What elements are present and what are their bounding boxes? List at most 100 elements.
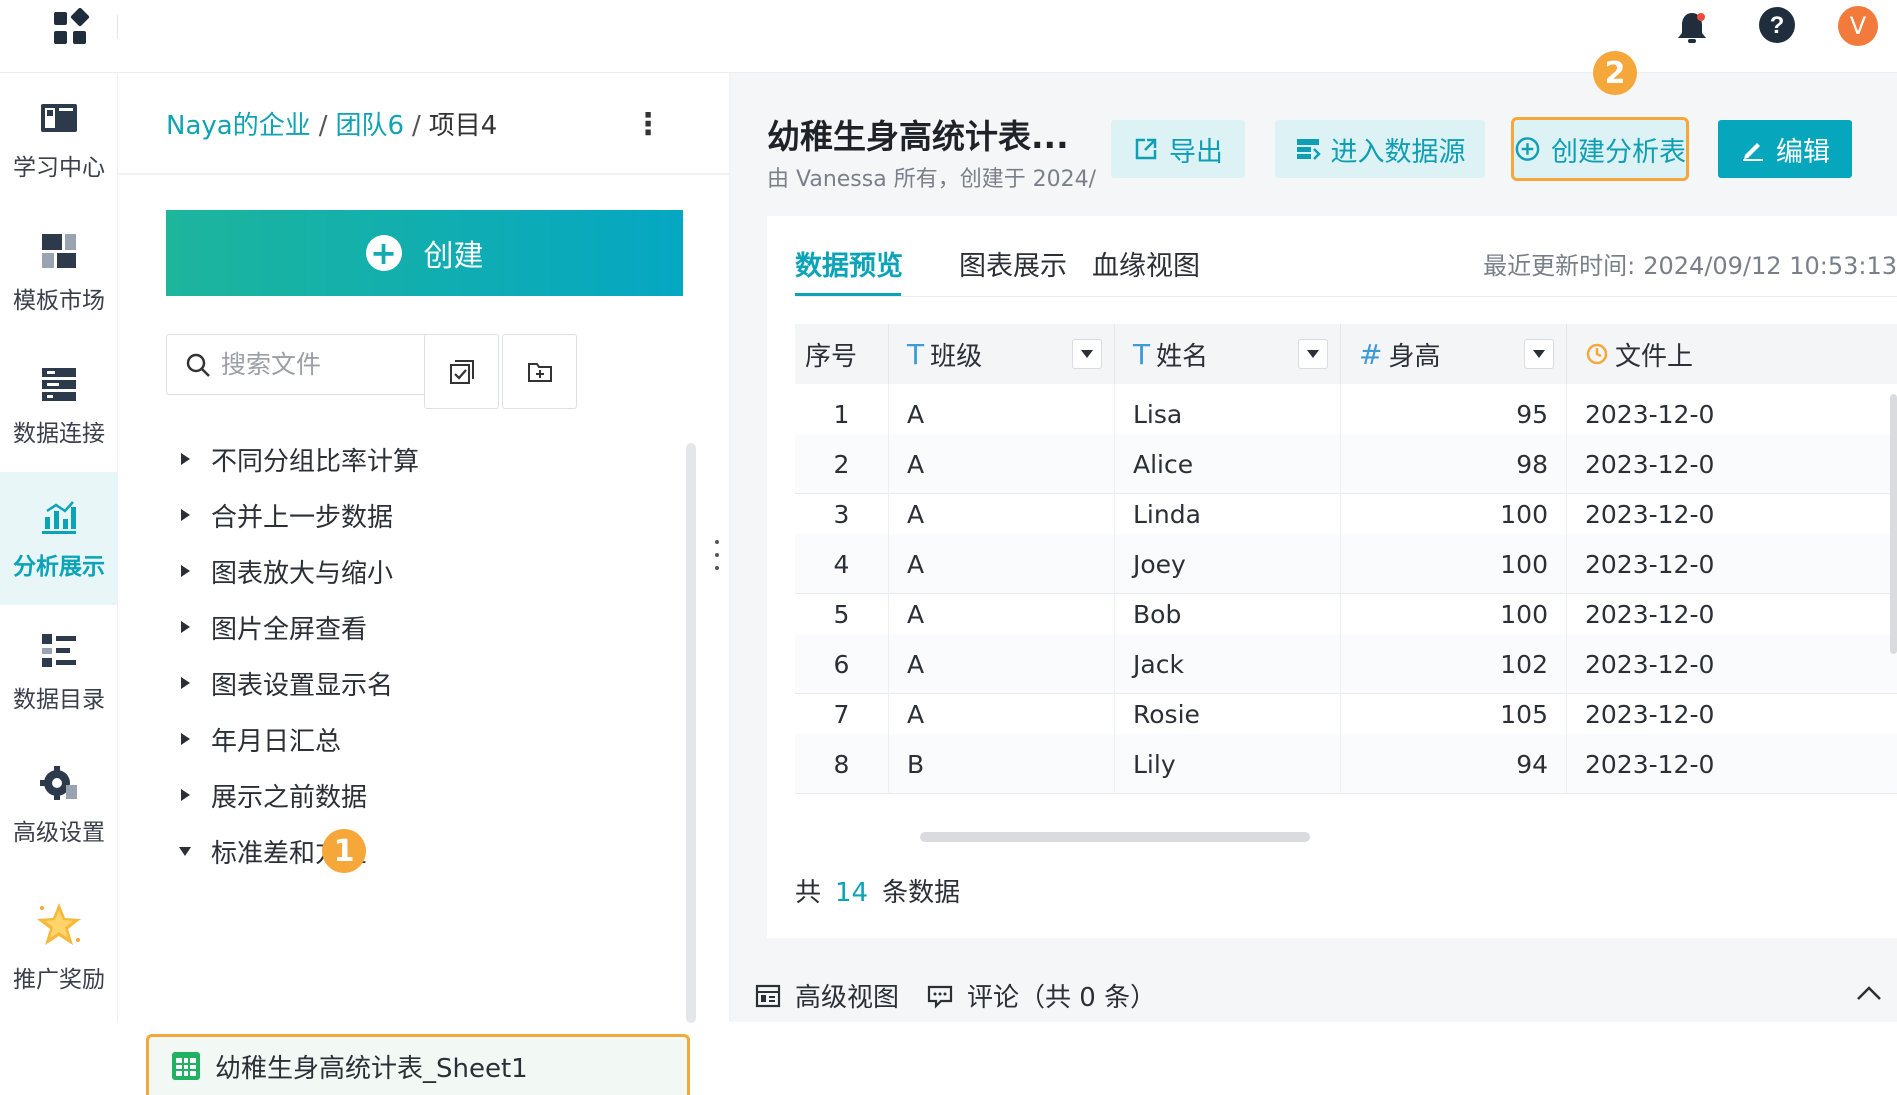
owner-info: 由 Vanessa 所有，创建于 2024/ <box>767 167 1097 192</box>
nav-item-analysis[interactable]: 分析展示 <box>0 472 118 605</box>
breadcrumb-separator: / <box>318 111 328 141</box>
create-button-label: 创建 <box>423 239 484 274</box>
cell-height: 94 <box>1341 734 1567 794</box>
nav-item-templates[interactable]: 模板市场 <box>0 206 118 339</box>
nav-item-data-connect[interactable]: 数据连接 <box>0 339 118 472</box>
tree-item[interactable]: 图片全屏查看 <box>173 607 367 647</box>
page-title: 幼稚生身高统计表... <box>767 117 1069 156</box>
comments-label: 评论（共 0 条） <box>967 983 1157 1013</box>
advanced-view-label: 高级视图 <box>795 983 900 1013</box>
datasource-button[interactable]: 进入数据源 <box>1275 120 1485 178</box>
text-type-icon: T <box>907 337 925 371</box>
cell-index: 8 <box>795 734 889 794</box>
sheet-table-icon <box>172 1052 200 1080</box>
tree-item[interactable]: 合并上一步数据 <box>173 495 393 535</box>
tree-item-label: 不同分组比率计算 <box>211 446 420 477</box>
column-menu-dropdown[interactable] <box>1298 339 1328 369</box>
column-header-upload-time[interactable]: 文件上 <box>1567 324 1897 384</box>
data-table: 序号 T 班级 T 姓名 # 身高 文件上 1 A Lisa 95 2023-1… <box>795 324 1897 844</box>
horizontal-scrollbar[interactable] <box>920 832 1310 842</box>
caret-right-icon <box>173 727 197 751</box>
tree-item[interactable]: 不同分组比率计算 <box>173 439 419 479</box>
breadcrumb: Naya的企业 / 团队6/项目4 <box>166 105 497 142</box>
breadcrumb-company[interactable]: Naya的企业 <box>166 111 311 141</box>
nav-item-learning[interactable]: 学习中心 <box>0 73 118 206</box>
new-folder-button[interactable] <box>502 334 577 409</box>
column-header-name[interactable]: T 姓名 <box>1115 324 1341 384</box>
nav-label: 推广奖励 <box>13 966 105 993</box>
comments-button[interactable]: 评论（共 0 条） <box>927 977 1156 1014</box>
drag-handle-icon[interactable] <box>712 540 722 570</box>
nav-label: 数据连接 <box>13 420 105 447</box>
datasource-icon <box>1296 139 1321 160</box>
caret-down-icon <box>173 839 197 863</box>
tree-item[interactable]: 图表设置显示名 <box>173 663 393 703</box>
edit-button[interactable]: 编辑 <box>1718 120 1852 178</box>
settings-gear-icon <box>40 765 77 800</box>
update-value: 2024/09/12 10:53:13 <box>1643 252 1897 280</box>
search-icon <box>186 353 210 377</box>
create-button[interactable]: + 创建 <box>166 210 683 296</box>
nav-item-rewards[interactable]: 推广奖励 <box>0 871 118 1022</box>
cell-class: B <box>889 734 1115 794</box>
text-type-icon: T <box>1133 337 1151 371</box>
create-analysis-button[interactable]: 创建分析表 <box>1511 117 1689 181</box>
step-badge-2: 2 <box>1593 51 1637 95</box>
bottom-bar: 高级视图 评论（共 0 条） <box>731 969 1897 1022</box>
nav-label: 模板市场 <box>13 287 105 314</box>
help-icon[interactable]: ? <box>1757 5 1797 45</box>
column-menu-dropdown[interactable] <box>1524 339 1554 369</box>
update-label: 最近更新时间: <box>1483 252 1636 280</box>
advanced-view-icon <box>755 984 781 1007</box>
avatar[interactable]: V <box>1838 6 1878 46</box>
caret-right-icon <box>173 447 197 471</box>
column-menu-dropdown[interactable] <box>1072 339 1102 369</box>
total-suffix: 条数据 <box>882 878 961 908</box>
number-type-icon: # <box>1359 337 1383 371</box>
table-row[interactable]: 8 B Lily 94 2023-12-0 <box>795 734 1897 794</box>
svg-text:?: ? <box>1770 12 1785 39</box>
cell-name: Lily <box>1115 734 1341 794</box>
column-header-class[interactable]: T 班级 <box>889 324 1115 384</box>
selected-sheet-item[interactable]: 幼稚生身高统计表_Sheet1 <box>146 1034 690 1095</box>
collapse-chevron-icon[interactable] <box>1856 985 1882 1001</box>
tree-item-label: 年月日汇总 <box>211 726 342 757</box>
analysis-chart-icon <box>42 500 76 534</box>
tab-data-preview[interactable]: 数据预览 <box>795 244 903 283</box>
export-button[interactable]: 导出 <box>1111 120 1245 178</box>
caret-right-icon <box>173 503 197 527</box>
tree-item[interactable]: 年月日汇总 <box>173 719 341 759</box>
tree-item[interactable]: 图表放大与缩小 <box>173 551 393 591</box>
nav-label: 高级设置 <box>13 819 105 846</box>
vertical-scrollbar[interactable] <box>1890 394 1897 654</box>
apps-grid-icon[interactable] <box>52 8 92 48</box>
caret-right-icon <box>173 783 197 807</box>
plus-circle-icon <box>1515 137 1540 161</box>
tab-chart-display[interactable]: 图表展示 <box>959 244 1067 283</box>
advanced-view-button[interactable]: 高级视图 <box>755 977 899 1014</box>
nav-item-catalog[interactable]: 数据目录 <box>0 605 118 738</box>
breadcrumb-project: 项目4 <box>428 111 498 141</box>
bell-icon[interactable] <box>1672 8 1712 48</box>
tree-item[interactable]: 展示之前数据 <box>173 775 367 815</box>
template-icon <box>42 233 76 268</box>
book-icon <box>41 103 77 132</box>
caret-right-icon <box>173 615 197 639</box>
catalog-icon <box>42 633 76 667</box>
panel-scrollbar[interactable] <box>686 443 696 1023</box>
column-header-label: 姓名 <box>1156 341 1209 372</box>
breadcrumb-separator: / <box>412 111 421 141</box>
caret-right-icon <box>173 559 197 583</box>
tab-lineage-view[interactable]: 血缘视图 <box>1092 244 1200 283</box>
more-options-icon[interactable]: ⋮ <box>633 105 663 145</box>
breadcrumb-team[interactable]: 团队6 <box>335 111 404 141</box>
plus-circle-icon: + <box>365 235 402 271</box>
column-header-height[interactable]: # 身高 <box>1341 324 1567 384</box>
total-number: 14 <box>835 878 869 908</box>
batch-select-button[interactable] <box>424 334 499 409</box>
nav-item-settings[interactable]: 高级设置 <box>0 738 118 871</box>
column-header-index: 序号 <box>795 324 889 384</box>
sheet-item-label: 幼稚生身高统计表_Sheet1 <box>215 1053 528 1084</box>
tree-item-label: 图表设置显示名 <box>211 670 394 701</box>
cell-date: 2023-12-0 <box>1585 749 1715 779</box>
